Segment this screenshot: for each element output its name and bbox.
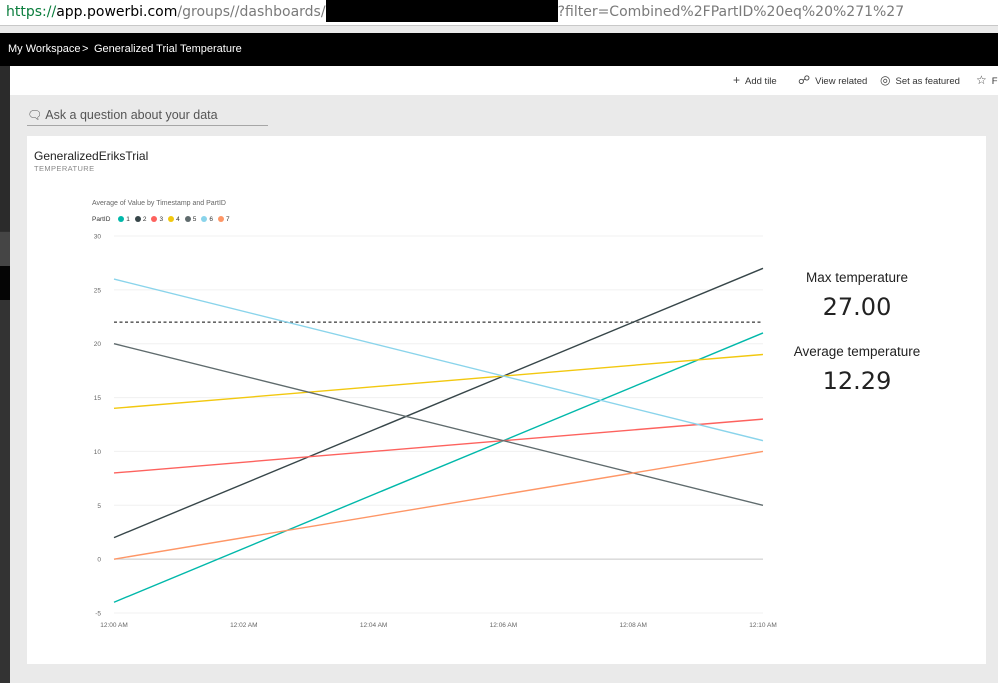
nav-segment [0, 300, 10, 683]
series-line-part-2 [113, 267, 764, 539]
kpi-value: 12.29 [822, 367, 892, 395]
kpi-value: 27.00 [822, 293, 892, 321]
kpi-max-temperature: Max temperature 27.00 [767, 270, 947, 321]
nav-segment[interactable] [0, 232, 10, 266]
series-line-part-4 [113, 353, 764, 410]
url-path: /groups//dashboards/ [177, 4, 326, 20]
url-scheme: https:// [6, 4, 57, 20]
url-redacted-segment [325, 0, 558, 22]
x-tick-label: 12:08 AM [619, 622, 646, 629]
breadcrumb-dashboard: Generalized Trial Temperature [94, 43, 242, 55]
star-icon: ☆ [976, 73, 987, 87]
featured-icon: ◎ [880, 73, 891, 87]
series-line-part-6 [113, 278, 764, 442]
x-tick-label: 12:04 AM [360, 622, 387, 629]
x-tick-label: 12:02 AM [230, 622, 257, 629]
y-tick-label: 25 [94, 287, 102, 294]
app-header: My Workspace > Generalized Trial Tempera… [0, 33, 998, 66]
x-tick-label: 12:00 AM [100, 622, 127, 629]
view-related-button[interactable]: ☍ View related [798, 66, 867, 96]
x-tick-label: 12:10 AM [749, 622, 776, 629]
add-tile-button[interactable]: + Add tile [733, 66, 777, 96]
left-nav-strip [0, 66, 10, 683]
y-tick-label: 10 [94, 449, 102, 456]
series-line-part-5 [113, 343, 764, 506]
favorite-button[interactable]: ☆ Fa [976, 66, 998, 96]
breadcrumb-separator: > [82, 43, 89, 55]
add-tile-label: Add tile [745, 76, 777, 87]
qa-question-box[interactable]: 🗨 Ask a question about your data [27, 106, 268, 126]
speech-bubble-icon: 🗨 [27, 108, 43, 122]
kpi-label: Average temperature [793, 344, 921, 359]
url-host: app.powerbi.com [56, 4, 178, 20]
favorite-label: Fa [991, 76, 998, 87]
breadcrumb-workspace[interactable]: My Workspace [8, 33, 81, 66]
related-icon: ☍ [798, 73, 811, 87]
qa-placeholder: Ask a question about your data [45, 108, 218, 122]
nav-segment[interactable] [0, 266, 10, 300]
kpi-label: Max temperature [805, 270, 909, 285]
plus-icon: + [733, 73, 741, 87]
url-query: ?filter=Combined%2FPartID%20eq%20%271%27 [557, 4, 905, 20]
dashboard-tile[interactable]: GeneralizedEriksTrial TEMPERATURE Averag… [27, 136, 986, 664]
series-line-part-3 [113, 418, 764, 474]
y-tick-label: 15 [94, 395, 102, 402]
set-featured-button[interactable]: ◎ Set as featured [880, 66, 960, 96]
address-bar[interactable]: https://app.powerbi.com/groups//dashboar… [0, 0, 998, 26]
y-tick-label: -5 [95, 611, 101, 618]
y-tick-label: 0 [97, 557, 101, 564]
y-tick-label: 20 [94, 341, 102, 348]
nav-segment [0, 66, 10, 231]
x-tick-label: 12:06 AM [490, 622, 517, 629]
set-featured-label: Set as featured [895, 76, 960, 87]
y-tick-label: 30 [94, 234, 102, 241]
kpi-average-temperature: Average temperature 12.29 [767, 344, 947, 395]
y-tick-label: 5 [97, 503, 101, 510]
dashboard-toolbar: + Add tile ☍ View related ◎ Set as featured… [10, 66, 998, 95]
view-related-label: View related [815, 76, 868, 87]
line-chart: -5 0 5 10 15 20 25 30 12:00 AM 12:02 AM 12:04 AM 12… [94, 234, 777, 630]
